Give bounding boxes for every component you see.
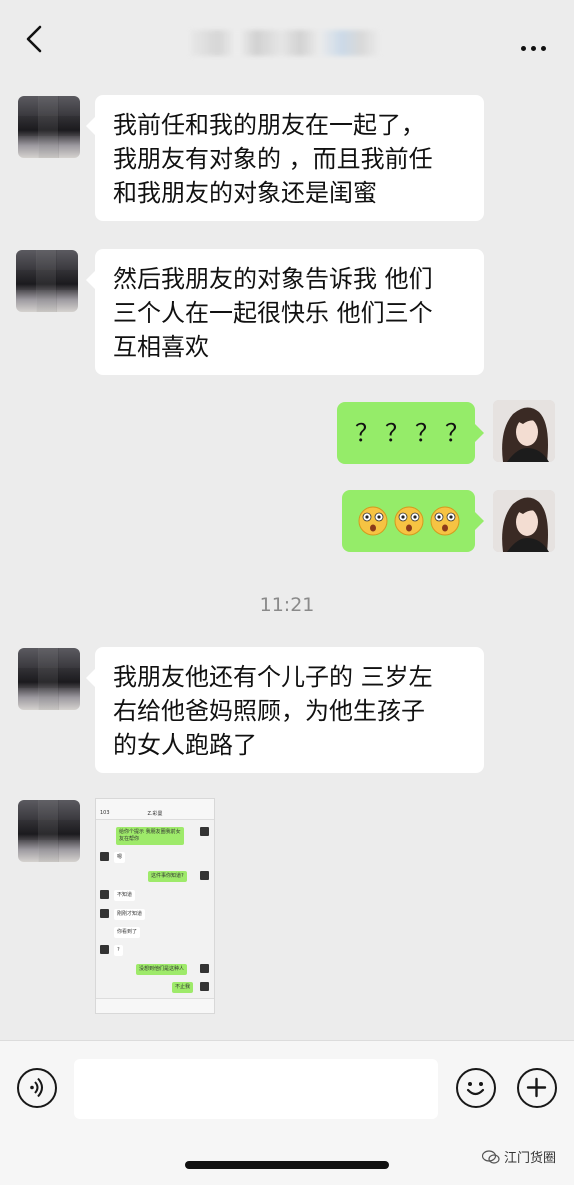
mini-message: ? (114, 945, 123, 956)
message-line: 我朋友有对象的 ，而且我前任 (113, 145, 433, 173)
mini-message: 这件事你知道? (148, 871, 187, 882)
message-bubble[interactable]: 然后我朋友的对象告诉我 他们 三个人在一起很快乐 他们三个 互相喜欢 (86, 249, 484, 375)
chat-title: Z.彩曼 (147, 811, 163, 817)
home-indicator (185, 1161, 389, 1169)
plus-icon[interactable] (517, 1068, 557, 1108)
flushed-emoji-icon (358, 506, 460, 536)
message-bubble-self[interactable] (342, 490, 484, 552)
avatar[interactable] (18, 800, 80, 862)
avatar[interactable] (18, 648, 80, 710)
mini-message: 你看到了 (114, 927, 141, 938)
mini-message: 不止我 (172, 982, 194, 993)
watermark-text: 江门货圈 (503, 1151, 556, 1166)
message-bubble-self[interactable]: ？？？？ (337, 402, 484, 464)
mini-message: 没想到他们是这种人 (136, 964, 188, 975)
avatar-self[interactable] (493, 400, 555, 462)
message-line: 互相喜欢 (113, 333, 209, 361)
message-input[interactable] (74, 1059, 438, 1119)
timestamp: 11:21 (259, 594, 315, 616)
avatar[interactable] (16, 250, 78, 312)
mini-message: 刚刚才知道 (114, 909, 146, 920)
voice-icon[interactable] (17, 1068, 57, 1108)
mini-message: 嗯 (114, 852, 126, 863)
wechat-icon (481, 1149, 500, 1164)
message-line: 三个人在一起很快乐 他们三个 (113, 299, 433, 327)
mini-message: 给你个提示 我朋友圈我前女友在帮你 (116, 827, 184, 845)
message-bubble[interactable]: 我朋友他还有个儿子的 三岁左 右给他爸妈照顾，为他生孩子 的女人跑路了 (86, 647, 484, 773)
message-line: 我朋友他还有个儿子的 三岁左 (113, 663, 433, 691)
smile-icon[interactable] (456, 1068, 496, 1108)
message-text: ？？？？ (355, 419, 475, 447)
message-line: 和我朋友的对象还是闺蜜 (113, 179, 377, 207)
mini-message: 不知道 (114, 890, 136, 901)
message-bubble[interactable]: 我前任和我的朋友在一起了， 我朋友有对象的 ，而且我前任 和我朋友的对象还是闺蜜 (86, 95, 484, 221)
avatar-self[interactable] (493, 490, 555, 552)
chevron-left-icon[interactable] (18, 22, 52, 56)
image-message[interactable]: 103 Z.彩曼 给你个提示 我朋友圈我前女友在帮你 嗯 这件事你知道? 不知道… (95, 798, 215, 1014)
message-line: 右给他爸妈照顾，为他生孩子 (113, 697, 425, 725)
message-line: 的女人跑路了 (113, 731, 257, 759)
chat-header (0, 0, 574, 78)
chat-title-blurred (190, 30, 380, 56)
more-dots-icon[interactable] (516, 36, 546, 55)
message-line: 我前任和我的朋友在一起了， (113, 111, 425, 139)
message-line: 然后我朋友的对象告诉我 他们 (113, 265, 433, 293)
watermark: 江门货圈 (481, 1147, 556, 1166)
avatar[interactable] (18, 96, 80, 158)
